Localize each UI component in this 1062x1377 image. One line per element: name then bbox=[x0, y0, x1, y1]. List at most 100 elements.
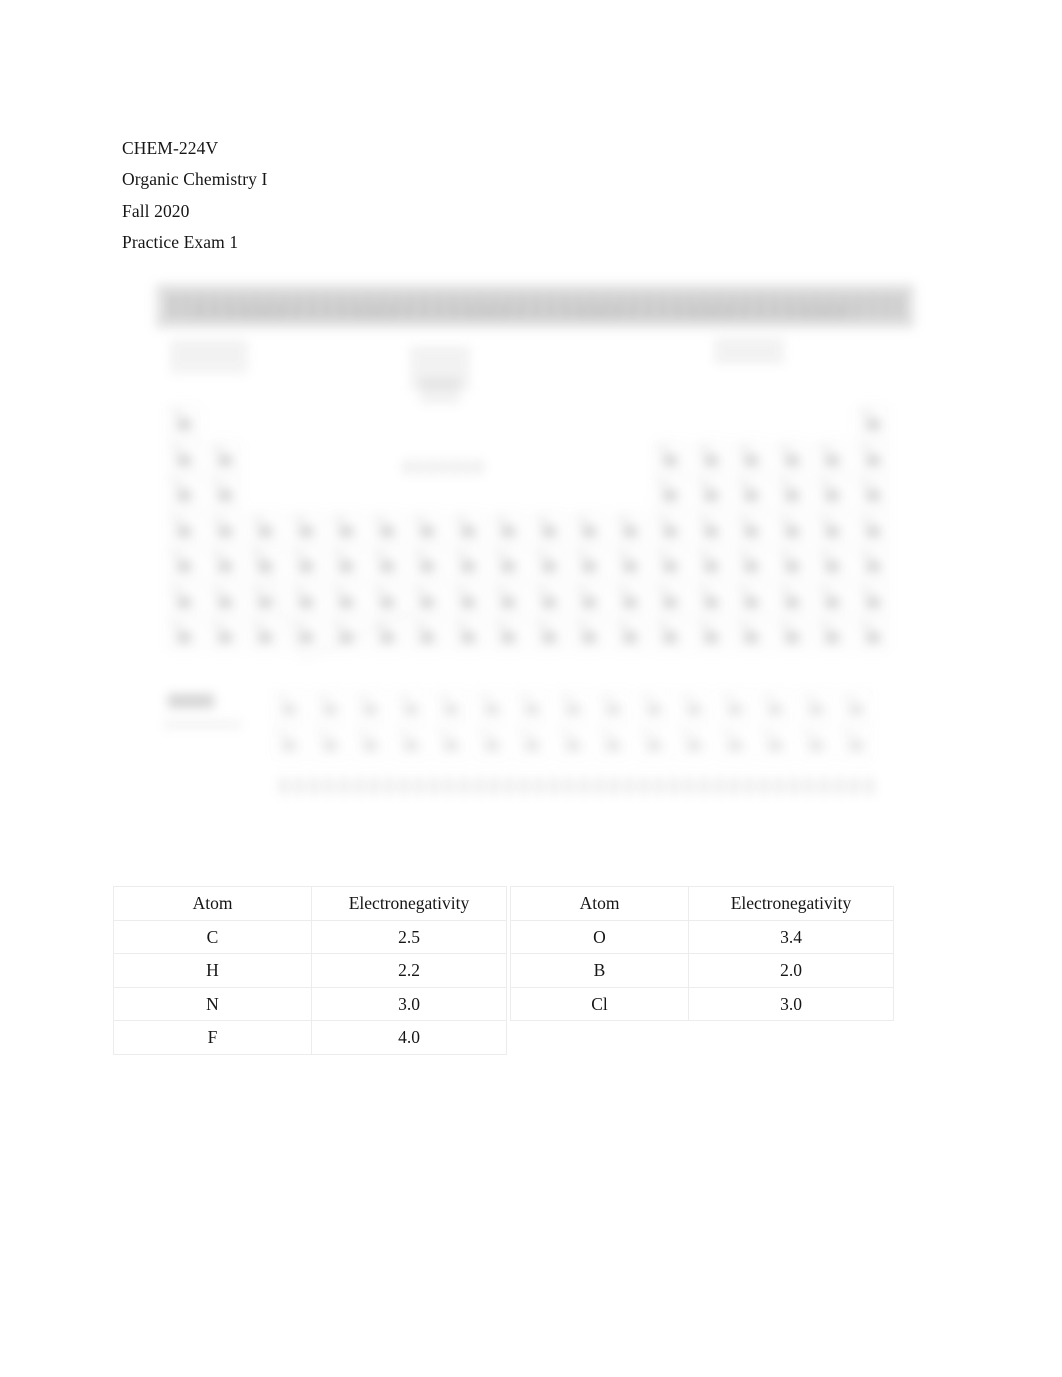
periodic-table-element-cell bbox=[735, 582, 766, 616]
periodic-table-element-cell bbox=[816, 440, 847, 474]
periodic-table-element-cell bbox=[168, 618, 199, 651]
periodic-table-element-cell bbox=[735, 440, 766, 474]
periodic-table-series-cell bbox=[759, 725, 790, 759]
periodic-table-series-sublabel-blur bbox=[166, 720, 240, 729]
cell-atom: C bbox=[113, 919, 312, 955]
periodic-table-series-cell bbox=[516, 690, 547, 723]
periodic-table-element-cell bbox=[573, 547, 604, 580]
table-row: F 4.0 bbox=[113, 1020, 507, 1055]
periodic-table-legend-center-secondary bbox=[420, 380, 460, 402]
periodic-table-element-cell bbox=[816, 476, 847, 509]
document-header: CHEM-224V Organic Chemistry I Fall 2020 … bbox=[122, 133, 642, 258]
periodic-table-element-cell bbox=[451, 547, 483, 580]
periodic-table-figure bbox=[152, 280, 918, 808]
column-header-electronegativity: Electronegativity bbox=[311, 886, 507, 921]
periodic-table-series-cell bbox=[354, 725, 385, 759]
periodic-table-element-cell bbox=[492, 582, 523, 616]
periodic-table-element-cell bbox=[208, 440, 240, 474]
periodic-table-series-cell bbox=[840, 690, 871, 723]
cell-electronegativity: 2.5 bbox=[311, 919, 507, 955]
periodic-table-element-cell bbox=[573, 618, 604, 651]
periodic-table-element-cell bbox=[411, 582, 442, 616]
cell-atom: O bbox=[510, 919, 689, 955]
periodic-table-series-cell bbox=[556, 690, 588, 723]
periodic-table-legend-right bbox=[714, 340, 784, 366]
cell-electronegativity: 4.0 bbox=[311, 1020, 507, 1055]
periodic-table-caption-blur bbox=[280, 778, 880, 794]
cell-electronegativity: 3.0 bbox=[311, 986, 507, 1022]
periodic-table-series-cell bbox=[435, 690, 466, 723]
periodic-table-element-cell bbox=[654, 511, 685, 545]
periodic-table-series-cell bbox=[516, 725, 547, 759]
periodic-table-series-label-blur bbox=[168, 694, 214, 708]
cell-atom: N bbox=[113, 986, 312, 1022]
cell-atom: F bbox=[113, 1020, 312, 1055]
periodic-table-series-cell bbox=[718, 690, 750, 723]
table-header-row: Atom Electronegativity bbox=[113, 886, 507, 921]
periodic-table-element-cell bbox=[168, 582, 199, 616]
periodic-table-element-cell bbox=[451, 618, 483, 651]
cell-atom: H bbox=[113, 953, 312, 988]
periodic-table-element-cell bbox=[532, 582, 564, 616]
periodic-table-element-cell bbox=[654, 476, 685, 509]
table-row: H 2.2 bbox=[113, 953, 507, 988]
periodic-table-series-cell bbox=[435, 725, 466, 759]
periodic-table-element-cell bbox=[694, 618, 726, 651]
periodic-table-element-cell bbox=[694, 582, 726, 616]
periodic-table-element-cell bbox=[775, 476, 807, 509]
header-line-exam-title: Practice Exam 1 bbox=[122, 231, 239, 252]
periodic-table-element-cell bbox=[816, 618, 847, 651]
periodic-table-element-cell bbox=[532, 511, 564, 545]
periodic-table-element-cell bbox=[411, 547, 442, 580]
header-line-course-code: CHEM-224V bbox=[122, 138, 219, 158]
periodic-table-element-cell bbox=[532, 547, 564, 580]
periodic-table-element-cell bbox=[208, 618, 240, 651]
periodic-table-element-cell bbox=[775, 582, 807, 616]
periodic-table-series-cell bbox=[597, 725, 628, 759]
periodic-table-element-cell bbox=[816, 511, 847, 545]
periodic-table-element-cell bbox=[532, 618, 564, 651]
periodic-table-element-cell bbox=[856, 511, 888, 545]
periodic-table-element-cell bbox=[775, 547, 807, 580]
cell-electronegativity: 3.0 bbox=[688, 986, 894, 1022]
table-row: B 2.0 bbox=[510, 953, 894, 988]
periodic-table-element-cell bbox=[654, 618, 685, 651]
periodic-table-legend-left bbox=[170, 342, 248, 372]
periodic-table-title-banner bbox=[156, 284, 914, 328]
periodic-table-group-label-blur bbox=[404, 460, 486, 474]
periodic-table-element-cell bbox=[856, 440, 888, 474]
electronegativity-table-right: Atom Electronegativity O 3.4 B 2.0 Cl 3.0 bbox=[510, 886, 894, 1022]
periodic-table-series-cell bbox=[678, 690, 709, 723]
periodic-table-element-cell bbox=[168, 511, 199, 545]
periodic-table-element-cell bbox=[694, 476, 726, 509]
electronegativity-table-left: Atom Electronegativity C 2.5 H 2.2 N 3.0 F 4.0 bbox=[113, 886, 507, 1055]
periodic-table-series-cell bbox=[759, 690, 790, 723]
periodic-table-element-cell bbox=[208, 547, 240, 580]
periodic-table-series-cell bbox=[637, 725, 669, 759]
periodic-table-element-cell bbox=[573, 511, 604, 545]
periodic-table-subtitle-text-blur bbox=[196, 306, 854, 319]
periodic-table-element-cell bbox=[573, 582, 604, 616]
periodic-table-series-cell bbox=[273, 725, 304, 759]
periodic-table-series-cell bbox=[354, 690, 385, 723]
periodic-table-series-cell bbox=[475, 725, 507, 759]
periodic-table-element-cell bbox=[816, 547, 847, 580]
periodic-table-element-cell bbox=[816, 582, 847, 616]
periodic-table-element-cell bbox=[856, 547, 888, 580]
periodic-table-element-cell bbox=[168, 405, 199, 438]
periodic-table-element-cell bbox=[856, 405, 888, 438]
table-row: O 3.4 bbox=[510, 919, 894, 955]
periodic-table-element-cell bbox=[208, 582, 240, 616]
table-row: C 2.5 bbox=[113, 919, 507, 955]
periodic-table-element-cell bbox=[613, 582, 645, 616]
periodic-table-element-cell bbox=[694, 547, 726, 580]
periodic-table-element-cell bbox=[451, 582, 483, 616]
periodic-table-element-cell bbox=[654, 547, 685, 580]
table-row: N 3.0 bbox=[113, 986, 507, 1022]
periodic-table-element-cell bbox=[856, 582, 888, 616]
periodic-table-blurred-content bbox=[152, 280, 918, 808]
periodic-table-series-cell bbox=[597, 690, 628, 723]
periodic-table-element-cell bbox=[208, 511, 240, 545]
periodic-table-series-cell bbox=[718, 725, 750, 759]
periodic-table-element-cell bbox=[735, 547, 766, 580]
